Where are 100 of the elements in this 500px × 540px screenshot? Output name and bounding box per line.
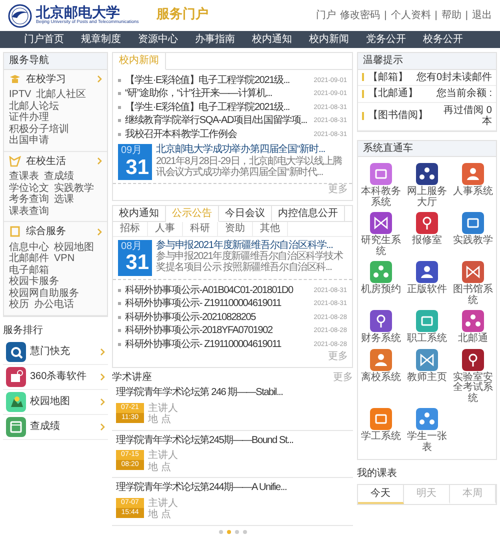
- place-label: 地 点: [148, 414, 172, 426]
- month-label: 08月: [121, 240, 144, 252]
- pager-dot[interactable]: [234, 530, 238, 534]
- service-link[interactable]: 北邮人论坛: [9, 100, 59, 112]
- service-link[interactable]: 查成绩: [44, 171, 74, 182]
- bookmark-icon: [9, 226, 21, 238]
- category-link[interactable]: 其他: [253, 222, 288, 236]
- system-link[interactable]: 正版软件: [404, 259, 450, 308]
- school-name: 北京邮电大学: [36, 6, 120, 20]
- news-link[interactable]: “研”途助你，“计”往开来——计算机...: [125, 88, 310, 100]
- system-link[interactable]: 学生一张表: [404, 406, 450, 455]
- news-link[interactable]: 【学生·E彩轮值】电子工程学院2021级...: [125, 102, 310, 113]
- service-link[interactable]: 证件办理: [9, 112, 49, 124]
- tip-label: 【北邮通】: [368, 88, 418, 100]
- nav-link[interactable]: 资源中心: [138, 31, 178, 48]
- lecture-link[interactable]: 理学院青年学术论坛第244期——A Unifie...: [116, 482, 349, 494]
- system-link[interactable]: 学工系统: [358, 406, 404, 455]
- service-link[interactable]: 校历: [9, 299, 29, 310]
- pager-dot[interactable]: [226, 530, 230, 534]
- service-link[interactable]: 学位论文: [9, 182, 49, 194]
- service-link[interactable]: 信息中心: [9, 242, 49, 253]
- service-link[interactable]: 慧门快充: [3, 340, 108, 365]
- service-link[interactable]: 积极分子培训: [9, 124, 69, 135]
- service-link[interactable]: 校园地图: [3, 390, 108, 415]
- speaker-label: 主讲人: [148, 450, 178, 462]
- service-link[interactable]: 办公电话: [34, 299, 74, 310]
- news-link[interactable]: 北京邮电大学成功举办第四届全国“新时...: [156, 144, 347, 156]
- header-link[interactable]: 修改密码: [340, 10, 380, 22]
- news-link[interactable]: 继续教育学院举行SQA-AD项目/出国留学项...: [125, 115, 310, 126]
- service-link[interactable]: 校园网自助服务: [9, 288, 79, 299]
- service-link[interactable]: VPN: [54, 253, 75, 264]
- nav-link[interactable]: 办事指南: [195, 31, 235, 48]
- category-link[interactable]: 资助: [218, 222, 253, 236]
- category-link[interactable]: 人事: [148, 222, 183, 236]
- service-link[interactable]: 选课: [54, 194, 74, 206]
- system-link[interactable]: 机房预约: [358, 259, 404, 308]
- service-link[interactable]: 出国申请: [9, 135, 49, 146]
- news-link[interactable]: 科研外协事项公示-A01B04C01-201801D0: [125, 284, 310, 296]
- category-link[interactable]: 科研: [183, 222, 218, 236]
- system-link[interactable]: 职工系统: [404, 308, 450, 346]
- bullet-icon: [118, 316, 121, 319]
- bullet-icon: [118, 92, 121, 96]
- news-link[interactable]: 科研外协事项公示- Z191100004619011: [125, 298, 310, 310]
- system-link[interactable]: 人事系统: [450, 161, 496, 210]
- news-link[interactable]: 【学生·E彩轮值】电子工程学院2021级...: [125, 74, 310, 86]
- system-link[interactable]: 网上服务大厅: [404, 161, 450, 210]
- service-link[interactable]: 考务查询: [9, 194, 49, 206]
- news-link[interactable]: 科研外协事项公示- Z191100004619011: [125, 338, 310, 350]
- news-link[interactable]: 参与申报2021年度新疆维吾尔自治区科学...: [156, 240, 347, 251]
- news-link[interactable]: 科研外协事项公示-2018YFA0701902: [125, 325, 310, 336]
- tab[interactable]: 今天: [358, 484, 404, 504]
- header-link[interactable]: 个人资料: [390, 10, 431, 22]
- cap-icon: [9, 74, 21, 85]
- service-link[interactable]: 实践教学: [54, 182, 94, 194]
- nav-link[interactable]: 校务公开: [423, 31, 463, 48]
- nav-link[interactable]: 党务公开: [366, 31, 406, 48]
- service-link[interactable]: IPTV: [9, 89, 32, 100]
- section-heading: 服务排行: [3, 324, 44, 336]
- service-link[interactable]: 校园卡服务: [9, 276, 59, 288]
- service-link[interactable]: 电子邮箱: [9, 264, 49, 276]
- panel-title: 温馨提示: [358, 53, 496, 70]
- system-link[interactable]: 图书馆系统: [450, 259, 496, 308]
- system-link[interactable]: 研究生系统: [358, 210, 404, 259]
- news-link[interactable]: 我校召开本科教学工作例会: [125, 128, 310, 140]
- service-link[interactable]: 课表查询: [9, 206, 49, 217]
- speaker-label: 主讲人: [148, 498, 178, 508]
- place-label: 地 点: [148, 462, 172, 473]
- system-link[interactable]: 报修室: [404, 210, 450, 259]
- nav-link[interactable]: 校内新闻: [309, 31, 349, 48]
- pager-dot[interactable]: [242, 530, 246, 534]
- service-link[interactable]: 校园地图: [54, 242, 94, 253]
- portal-title: 服务门户: [156, 8, 209, 23]
- service-link[interactable]: 北邮人社区: [36, 89, 86, 100]
- system-link[interactable]: 财务系统: [358, 308, 404, 346]
- news-summary: 2021年8月28日-29日，北京邮电大学以线上腾讯会议方式成功举办第四届全国“新时代...: [156, 156, 343, 178]
- system-link[interactable]: 北邮通: [450, 308, 496, 346]
- system-link[interactable]: 实验室安全考试系统: [450, 346, 496, 406]
- service-link[interactable]: 查课表: [9, 171, 39, 182]
- pager-dot[interactable]: [218, 530, 222, 534]
- nav-link[interactable]: 规章制度: [81, 31, 121, 48]
- day-label: 31: [124, 252, 149, 273]
- nav-link[interactable]: 门户首页: [24, 31, 64, 48]
- section-heading: 学术讲座: [112, 372, 152, 383]
- nav-link[interactable]: 校内通知: [252, 31, 292, 48]
- header-link[interactable]: 退出: [472, 10, 492, 22]
- system-link[interactable]: 本科教务系统: [358, 161, 404, 210]
- bullet-icon: [118, 288, 121, 292]
- news-link[interactable]: 科研外协事项公示-20210828205: [125, 312, 310, 323]
- service-link[interactable]: 360杀毒软件: [3, 365, 108, 390]
- system-link[interactable]: 实践教学: [450, 210, 496, 259]
- system-link[interactable]: 教师主页: [404, 346, 450, 406]
- system-link[interactable]: 离校系统: [358, 346, 404, 406]
- lecture-link[interactable]: 理学院青年学术论坛第245期——Bound St...: [116, 434, 349, 446]
- lecture-link[interactable]: 理学院青年学术论坛第 246 期——Stabil...: [116, 387, 349, 398]
- service-link[interactable]: 北邮邮件: [9, 253, 49, 264]
- service-link[interactable]: 查成绩: [3, 415, 108, 440]
- category-link[interactable]: 招标: [113, 222, 148, 236]
- header-link[interactable]: 帮助: [441, 10, 462, 22]
- bullet-icon: [118, 119, 121, 122]
- place-label: 地 点: [148, 509, 172, 520]
